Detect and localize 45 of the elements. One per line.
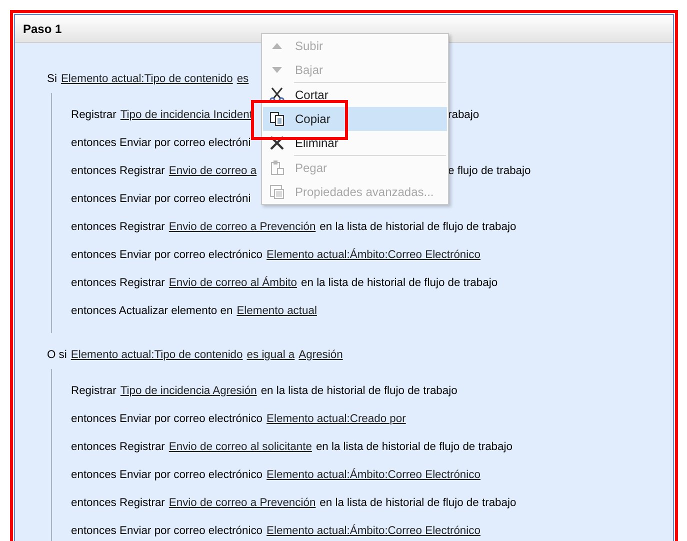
rule-text: entonces Registrar <box>71 221 165 233</box>
field-link[interactable]: Elemento actual:Creado por <box>266 413 406 425</box>
rule-text: Si <box>47 73 57 85</box>
rule-text: en la lista de historial de flujo de trabajo <box>320 497 516 509</box>
field-link[interactable]: Elemento actual <box>236 305 317 317</box>
close-icon <box>269 135 285 151</box>
field-link[interactable]: Agresión <box>298 349 343 361</box>
field-link[interactable]: Elemento actual:Ámbito:Correo Electrónico <box>266 525 480 537</box>
rule-text: en la lista de historial de flujo de trabajo <box>320 221 516 233</box>
rule-text: en la lista de historial de flujo de trabajo <box>260 385 458 397</box>
field-link[interactable]: Envio de correo a Prevención <box>168 221 316 233</box>
rule-text: entonces Enviar por correo electrónico <box>71 249 263 261</box>
field-link[interactable]: Tipo de incidencia Agresión <box>120 385 257 397</box>
field-link[interactable]: Elemento actual:Tipo de contenido <box>60 73 233 85</box>
rule-text: entonces Enviar por correo electrónico <box>71 469 263 481</box>
rule-text: Registrar <box>71 385 116 397</box>
field-link[interactable]: es igual a <box>246 349 295 361</box>
rule-text: entonces Registrar <box>71 277 165 289</box>
rule-text: entonces Actualizar elemento en <box>71 305 233 317</box>
rule-text: entonces Enviar por correo electrónico <box>71 413 263 425</box>
field-link[interactable]: Elemento actual:Ámbito:Correo Electrónico <box>266 249 480 261</box>
rule-text: en la lista de historial de flujo de trabajo <box>301 277 498 289</box>
menu-item[interactable]: Copiar <box>263 107 447 131</box>
field-link[interactable]: Envio de correo al Ámbito <box>168 277 298 289</box>
rule-text: Registrar <box>71 109 116 121</box>
scissors-icon <box>269 87 285 103</box>
field-link[interactable]: es <box>236 73 249 85</box>
field-link[interactable]: Elemento actual:Ámbito:Correo Electrónico <box>266 469 480 481</box>
rule-text: entonces Registrar <box>71 497 165 509</box>
field-link[interactable]: Envio de correo a <box>168 165 257 177</box>
field-link[interactable]: Elemento actual:Tipo de contenido <box>70 349 243 361</box>
copy-icon <box>269 111 285 127</box>
rule-text: en la lista de historial de flujo de trabajo <box>316 441 512 453</box>
rule-text: entonces Registrar <box>71 441 165 453</box>
rule-text: rabajo <box>448 109 480 121</box>
rule-text: entonces Enviar por correo electróni <box>71 137 251 149</box>
rule-text: entonces Registrar <box>71 165 165 177</box>
field-link[interactable]: Tipo de incidencia Incident <box>120 109 252 121</box>
properties-icon <box>269 184 285 200</box>
rule-text: entonces Enviar por correo electrónico <box>71 525 263 537</box>
rule-text: O si <box>47 349 67 361</box>
clipboard-icon <box>269 160 285 176</box>
rule-text: entonces Enviar por correo electróni <box>71 193 251 205</box>
field-link[interactable]: Envio de correo al solicitante <box>168 441 312 453</box>
field-link[interactable]: Envio de correo a Prevención <box>168 497 316 509</box>
